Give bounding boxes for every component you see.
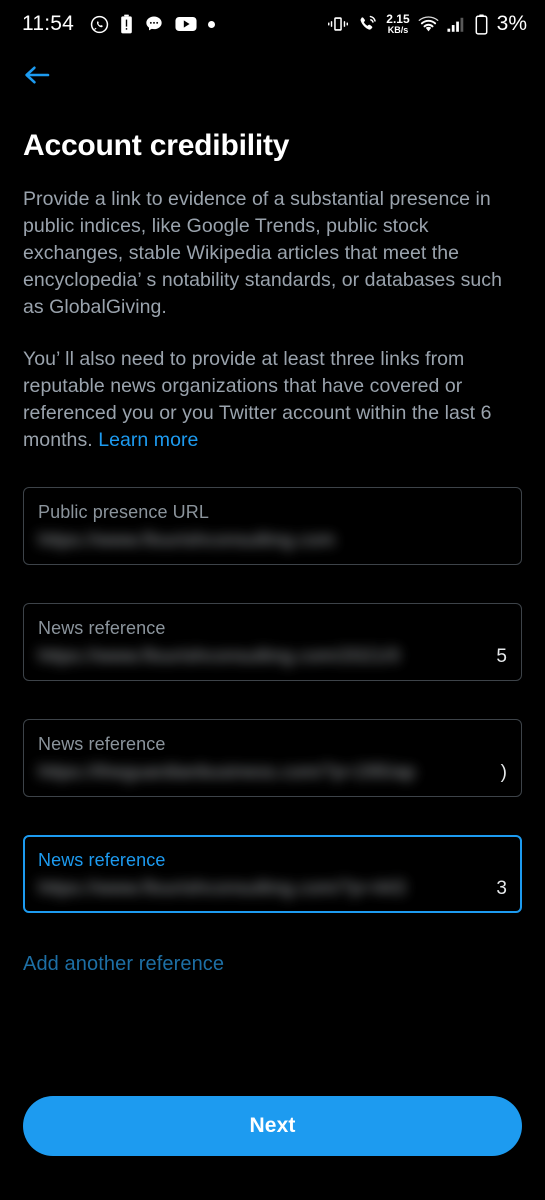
status-bar-left: 11:54 xyxy=(22,12,215,36)
page-title: Account credibility xyxy=(23,129,290,162)
network-speed-indicator: 2.15 KB/s xyxy=(386,13,409,35)
arrow-left-icon xyxy=(22,63,52,90)
youtube-icon xyxy=(175,16,197,32)
field-label: News reference xyxy=(38,849,166,870)
wifi-icon xyxy=(418,15,439,33)
battery-icon xyxy=(475,14,488,35)
field-label: News reference xyxy=(38,733,166,754)
learn-more-link[interactable]: Learn more xyxy=(98,429,198,451)
field-news-reference-2[interactable]: News reference https://theguardianbusine… xyxy=(23,718,522,797)
field-value-redacted: https://theguardianbusiness.com/?p=295/a… xyxy=(38,761,416,783)
status-bar-clock: 11:54 xyxy=(22,12,74,35)
description-paragraph-2-text: You’ ll also need to provide at least th… xyxy=(23,347,492,451)
main-content: Account credibility Provide a link to ev… xyxy=(0,104,545,1096)
field-value-tail: 5 xyxy=(496,645,507,667)
description-paragraph-1: Provide a link to evidence of a substant… xyxy=(23,187,502,318)
field-news-reference-1[interactable]: News reference https://www.flourishconsu… xyxy=(23,602,522,681)
cellular-signal-icon xyxy=(447,16,467,33)
phone-screen: 11:54 2.15 KB/s 3% Account credibility P… xyxy=(0,0,545,1200)
field-label: Public presence URL xyxy=(38,501,209,522)
field-value-redacted: https://www.flourishconsulting.com/2021/… xyxy=(38,645,400,667)
status-bar-right: 2.15 KB/s 3% xyxy=(327,12,527,36)
description-paragraph-2: You’ ll also need to provide at least th… xyxy=(23,346,522,454)
messages-icon xyxy=(144,14,164,34)
navigation-bar xyxy=(0,48,545,104)
add-another-reference-link[interactable]: Add another reference xyxy=(23,953,224,976)
network-speed-value: 2.15 xyxy=(386,12,410,26)
network-speed-unit: KB/s xyxy=(387,25,409,35)
dot-icon xyxy=(208,20,215,28)
call-signal-icon xyxy=(357,15,378,34)
whatsapp-icon xyxy=(90,15,109,34)
status-bar: 11:54 2.15 KB/s 3% xyxy=(0,0,545,48)
field-value-tail: 3 xyxy=(496,877,507,899)
field-value-redacted: https://www.flourishconsulting.com/?p=44… xyxy=(38,877,406,899)
field-label: News reference xyxy=(38,617,166,638)
field-news-reference-3[interactable]: News reference https://www.flourishconsu… xyxy=(23,834,522,913)
battery-percentage: 3% xyxy=(496,12,527,35)
field-public-presence-url[interactable]: Public presence URL https://www.flourish… xyxy=(23,486,522,565)
footer: Next xyxy=(0,1096,545,1200)
reference-fields: Public presence URL https://www.flourish… xyxy=(23,486,522,913)
vibrate-icon xyxy=(327,15,349,33)
field-value-tail: ) xyxy=(500,761,507,783)
field-value-redacted: https://www.flourishconsulting.com xyxy=(38,529,336,551)
battery-alert-icon xyxy=(120,14,133,34)
back-button[interactable] xyxy=(22,54,66,98)
next-button[interactable]: Next xyxy=(23,1096,522,1156)
